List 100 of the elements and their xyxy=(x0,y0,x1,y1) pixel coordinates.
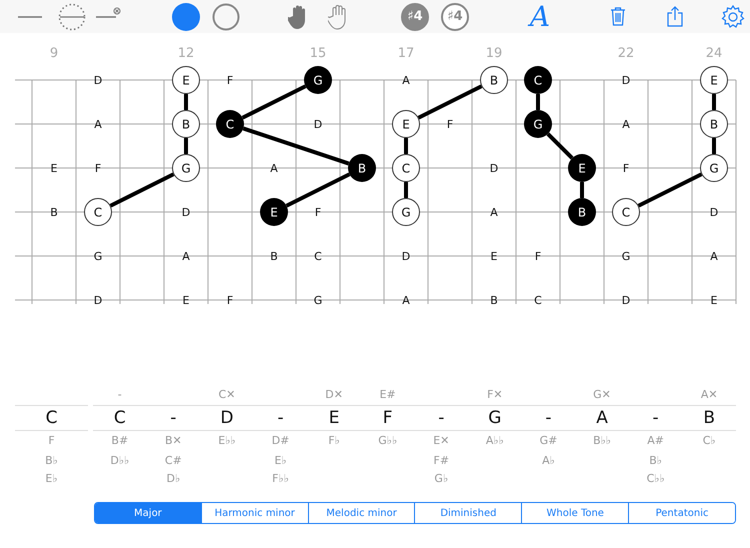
enharmonic-note: C♭♭ xyxy=(646,471,665,487)
enharmonic-note: D♭ xyxy=(166,471,180,487)
note-label: A xyxy=(710,250,718,263)
scale-type-tab[interactable]: Pentatonic xyxy=(628,503,735,523)
connector-line xyxy=(110,172,174,208)
filled-circle-icon[interactable] xyxy=(172,2,200,30)
enharmonic-note: G# xyxy=(540,433,558,449)
note-label: C xyxy=(314,250,322,263)
note-label: D xyxy=(710,206,718,219)
enharmonic-note: D# xyxy=(272,433,290,449)
enharmonic-note: B# xyxy=(111,433,128,449)
sharp-label-button[interactable]: ♯4 xyxy=(401,2,429,30)
scale-note: F xyxy=(382,407,393,430)
open-note-marker[interactable]: E xyxy=(700,66,728,94)
note-label: B xyxy=(50,206,58,219)
filled-note-marker[interactable]: C xyxy=(216,110,244,138)
open-note-marker[interactable]: E xyxy=(172,66,200,94)
scale-note: D xyxy=(220,407,234,430)
scale-note: G xyxy=(488,407,502,430)
trash-icon[interactable] xyxy=(610,7,626,26)
empty-circle-icon[interactable] xyxy=(212,2,240,30)
line-delete-icon[interactable] xyxy=(96,6,122,18)
scale-note: - xyxy=(170,407,176,430)
connector-line xyxy=(536,94,540,110)
note-label: C xyxy=(534,294,542,307)
note-label: B xyxy=(490,294,498,307)
scale-note: - xyxy=(438,407,444,430)
filled-note-marker[interactable]: G xyxy=(304,66,332,94)
note-label: D xyxy=(490,162,498,175)
scale-note: E xyxy=(328,407,340,430)
open-note-marker[interactable]: G xyxy=(172,154,200,182)
scale-type-tab[interactable]: Major xyxy=(95,503,201,523)
note-label: F xyxy=(226,294,234,307)
note-label: D xyxy=(622,74,630,87)
note-label: B xyxy=(270,250,278,263)
note-label: E xyxy=(490,250,498,263)
fret-number: 9 xyxy=(50,46,58,61)
note-label: A xyxy=(490,206,498,219)
open-note-marker[interactable]: G xyxy=(700,154,728,182)
fret-number: 19 xyxy=(486,46,502,61)
filled-note-marker[interactable]: C xyxy=(524,66,552,94)
filled-note-marker[interactable]: B xyxy=(348,154,376,182)
connector-line xyxy=(184,94,188,110)
filled-note-marker[interactable]: G xyxy=(524,110,552,138)
share-icon[interactable] xyxy=(667,6,683,27)
note-label: A xyxy=(182,250,190,263)
settings-icon[interactable] xyxy=(721,4,745,28)
scale-note: A xyxy=(596,407,608,430)
enharmonic-note: F♭ xyxy=(328,433,340,449)
font-button[interactable]: A xyxy=(528,2,552,32)
fret-number: 12 xyxy=(178,46,194,61)
open-note-marker[interactable]: E xyxy=(392,110,420,138)
enharmonic-note: F# xyxy=(434,453,450,469)
enharmonic-note: E♭ xyxy=(274,453,287,469)
sharp-label-button[interactable]: ♯4 xyxy=(441,2,469,30)
connector-line xyxy=(404,182,408,198)
filled-note-marker[interactable]: E xyxy=(260,198,288,226)
note-label: D xyxy=(402,250,410,263)
note-label: D xyxy=(94,294,102,307)
note-label: D xyxy=(622,294,630,307)
note-label: G xyxy=(622,250,630,263)
open-note-marker[interactable]: C xyxy=(392,154,420,182)
note-label: E xyxy=(50,162,58,175)
note-label: G xyxy=(94,250,102,263)
enharmonic-note: A♭ xyxy=(542,453,555,469)
filled-note-marker[interactable]: B xyxy=(568,198,596,226)
note-label: F xyxy=(94,162,102,175)
enharmonic-note: A♭♭ xyxy=(486,433,504,449)
related-key: E♭ xyxy=(45,471,58,487)
related-key: F xyxy=(48,431,55,451)
dotted-circle-icon[interactable] xyxy=(58,2,86,30)
enharmonic-note: B♭ xyxy=(649,453,662,469)
scale-note: - xyxy=(277,407,284,430)
enharmonic-note: E# xyxy=(380,387,396,403)
open-note-marker[interactable]: B xyxy=(172,110,200,138)
open-note-marker[interactable]: C xyxy=(84,198,112,226)
fret-number: 15 xyxy=(310,46,326,61)
connector-line xyxy=(242,84,306,120)
connector-line xyxy=(404,138,408,154)
key-note: C xyxy=(46,407,58,430)
open-note-marker[interactable]: C xyxy=(612,198,640,226)
line-tool-icon[interactable] xyxy=(18,14,42,18)
note-label: A xyxy=(622,118,630,131)
related-key: B♭ xyxy=(45,451,58,471)
note-label: A xyxy=(402,74,410,87)
fret-number: 24 xyxy=(706,46,722,61)
enharmonic-note: G✕ xyxy=(593,387,611,403)
open-note-marker[interactable]: B xyxy=(700,110,728,138)
note-label: A xyxy=(94,118,102,131)
open-note-marker[interactable]: G xyxy=(392,198,420,226)
scale-note: C xyxy=(114,407,126,430)
scale-note: - xyxy=(652,407,659,430)
fret-number: 22 xyxy=(618,46,634,61)
enharmonic-note: B♭♭ xyxy=(593,433,611,449)
connector-line xyxy=(546,132,574,160)
filled-note-marker[interactable]: E xyxy=(568,154,596,182)
connector-line xyxy=(638,172,702,208)
note-label: G xyxy=(314,294,322,307)
enharmonic-note: C✕ xyxy=(218,387,236,403)
open-note-marker[interactable]: B xyxy=(480,66,508,94)
